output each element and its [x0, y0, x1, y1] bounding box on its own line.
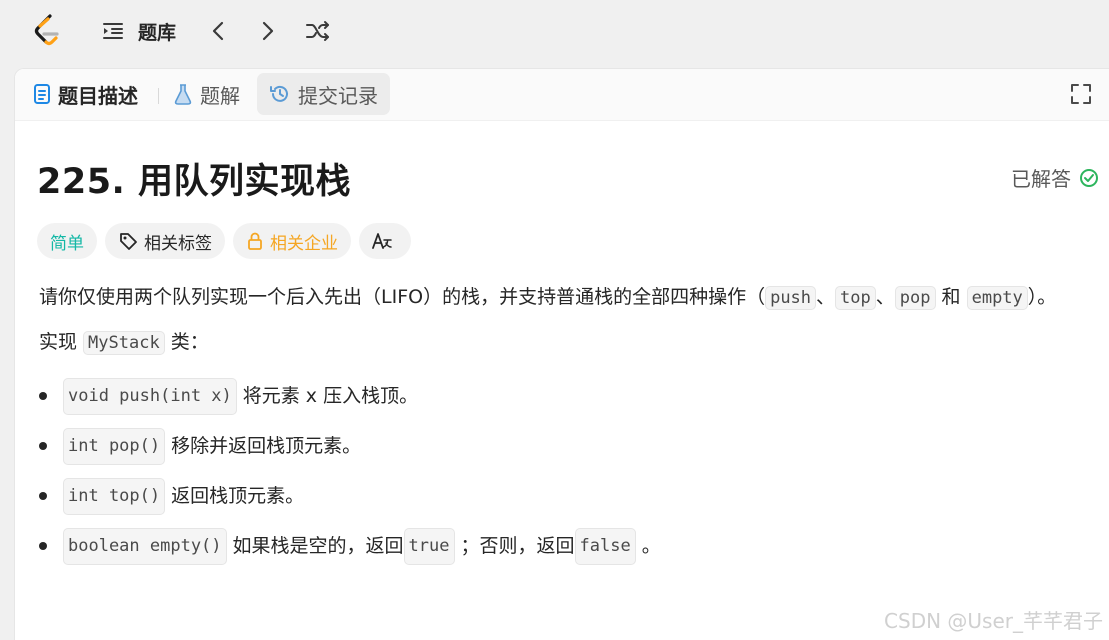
inline-code: MyStack — [83, 331, 165, 355]
inline-code: pop — [894, 286, 936, 310]
inline-code: void push(int x) — [63, 377, 237, 415]
inline-code: top — [835, 286, 876, 310]
description-text: 和 — [935, 286, 967, 308]
related-tags-label: 相关标签 — [144, 233, 212, 254]
tab-submissions[interactable]: 提交记录 — [257, 73, 390, 115]
problem-title[interactable]: 225. 用队列实现栈 — [37, 153, 351, 204]
list-item-text: 返回栈顶元素。 — [171, 484, 305, 507]
description-text: 类： — [164, 331, 209, 353]
random-problem-button[interactable] — [302, 14, 334, 48]
related-companies-label: 相关企业 — [270, 233, 338, 254]
description-text: 实现 — [39, 331, 84, 353]
list-item-text: 将元素 x 压入栈顶。 — [242, 384, 419, 407]
tag-icon — [120, 233, 137, 250]
list-item-text: 如果栈是空的，返回 — [232, 534, 404, 557]
tab-description-label: 题目描述 — [58, 83, 138, 108]
inline-code: push — [765, 286, 817, 310]
shuffle-icon — [306, 21, 329, 41]
related-companies-button[interactable]: 相关企业 — [233, 223, 351, 259]
list-item: int pop() 移除并返回栈顶元素。 — [39, 421, 1069, 471]
previous-problem-button[interactable] — [203, 14, 233, 48]
description-text: 、 — [816, 286, 836, 308]
inline-code: empty — [966, 286, 1028, 310]
list-item-text: ；否则，返回 — [460, 534, 575, 557]
fullscreen-icon[interactable] — [1070, 83, 1092, 105]
list-item: int top() 返回栈顶元素。 — [39, 471, 1069, 521]
list-item: boolean empty() 如果栈是空的，返回 true ；否则，返回 fal… — [39, 521, 1069, 571]
flask-icon — [174, 84, 192, 105]
check-circle-icon — [1080, 168, 1098, 187]
inline-code: false — [574, 527, 636, 565]
related-tags-button[interactable]: 相关标签 — [105, 223, 225, 259]
solved-status-label: 已解答 — [1011, 167, 1071, 191]
translate-button[interactable] — [359, 223, 411, 259]
top-navigation-bar: 题库 — [0, 0, 1109, 62]
lock-icon — [248, 232, 262, 250]
translate-icon — [372, 233, 392, 249]
list-item: void push(int x) 将元素 x 压入栈顶。 — [39, 371, 1069, 421]
chevron-left-icon — [212, 21, 224, 41]
panel-tab-bar: 题目描述 题解 提交记录 — [15, 69, 1109, 121]
history-icon — [270, 85, 288, 102]
inline-code: int pop() — [63, 427, 166, 465]
next-problem-button[interactable] — [253, 14, 283, 48]
inline-code: true — [403, 527, 455, 565]
method-list: void push(int x) 将元素 x 压入栈顶。 int pop() 移除并… — [39, 371, 1069, 571]
tab-divider — [158, 88, 159, 104]
tab-description[interactable]: 题目描述 — [33, 73, 138, 115]
description-paragraph: 请你仅使用两个队列实现一个后入先出（LIFO）的栈，并支持普通栈的全部四种操作（… — [39, 281, 1069, 315]
chevron-right-icon — [262, 21, 274, 41]
watermark: CSDN @User_芊芊君子 — [884, 609, 1103, 633]
description-paragraph: 实现 MyStack 类： — [39, 326, 1069, 360]
problem-description: 请你仅使用两个队列实现一个后入先出（LIFO）的栈，并支持普通栈的全部四种操作（… — [39, 281, 1069, 571]
document-icon — [34, 84, 50, 104]
tag-row: 简单 相关标签 相关企业 — [37, 223, 411, 259]
inline-code: boolean empty() — [63, 527, 227, 565]
problem-panel: 题目描述 题解 提交记录 225. 用队列实现栈 已解答 简单 相关标签 相关企… — [14, 68, 1109, 640]
tab-submissions-label: 提交记录 — [298, 83, 378, 108]
description-text: ）。 — [1027, 286, 1057, 308]
description-text: 请你仅使用两个队列实现一个后入先出（LIFO）的栈，并支持普通栈的全部四种操作（ — [39, 286, 766, 308]
leetcode-logo-icon[interactable] — [30, 12, 62, 48]
tab-solutions[interactable]: 题解 — [173, 73, 240, 115]
list-item-text: 。 — [641, 534, 661, 557]
solved-status: 已解答 — [1011, 163, 1099, 192]
problem-list-toggle-button[interactable] — [98, 14, 128, 48]
list-indent-icon — [103, 23, 123, 39]
problem-bank-title[interactable]: 题库 — [138, 14, 188, 48]
tab-solutions-label: 题解 — [200, 83, 240, 108]
inline-code: int top() — [63, 477, 166, 515]
difficulty-badge[interactable]: 简单 — [37, 223, 97, 259]
list-item-text: 移除并返回栈顶元素。 — [171, 434, 362, 457]
description-text: 、 — [875, 286, 895, 308]
